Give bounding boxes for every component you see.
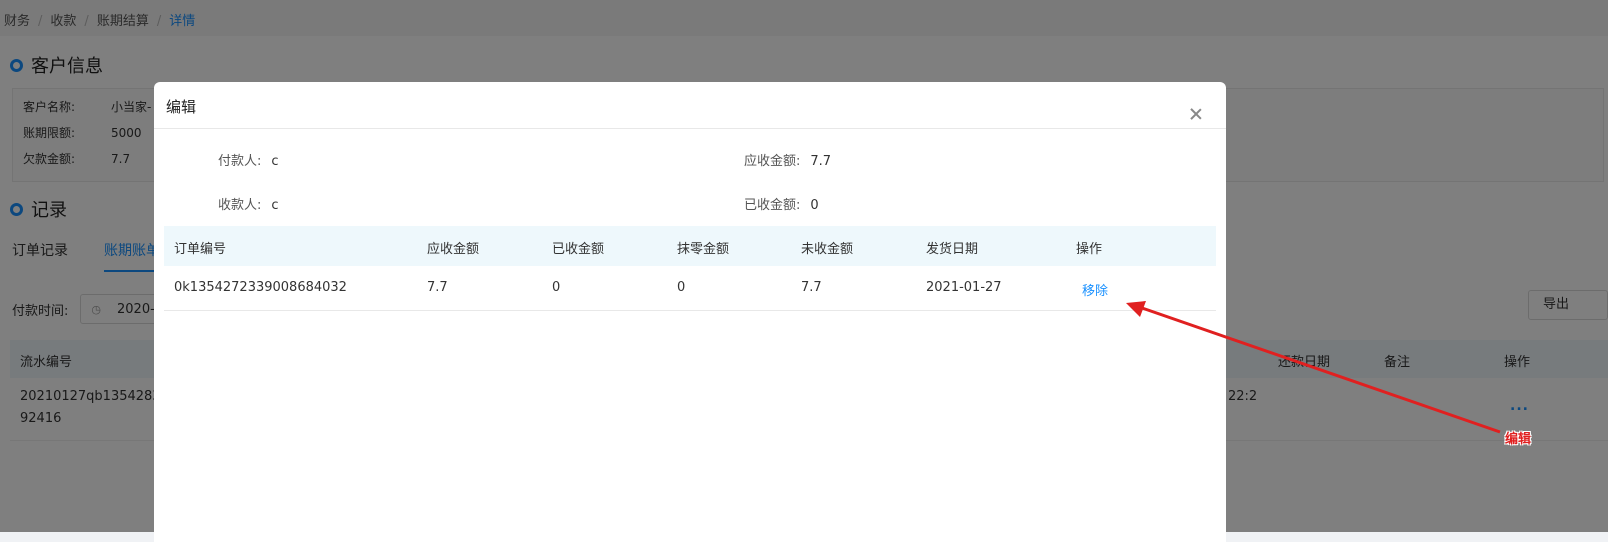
received-value: 0 xyxy=(810,198,819,213)
rounding-cell: 0 xyxy=(677,280,686,295)
column-action: 操作 xyxy=(1076,242,1103,257)
payer-value: c xyxy=(271,154,279,169)
column-order-no: 订单编号 xyxy=(174,242,227,257)
order-no-cell: 0k1354272339008684032 xyxy=(174,280,347,295)
payer-field: 付款人: c xyxy=(218,150,279,169)
receivable-field: 应收金额: 7.7 xyxy=(744,150,831,169)
column-receivable: 应收金额 xyxy=(427,242,480,257)
receivable-value: 7.7 xyxy=(810,154,832,169)
receivable-label: 应收金额: xyxy=(744,154,801,169)
remove-link[interactable]: 移除 xyxy=(1082,280,1108,299)
table-row: 0k1354272339008684032 7.7 0 0 7.7 2021-0… xyxy=(164,266,1216,311)
annotation-label: 编辑 xyxy=(1505,432,1532,447)
column-rounding: 抹零金额 xyxy=(677,242,730,257)
ship-date-cell: 2021-01-27 xyxy=(926,280,1002,295)
payee-field: 收款人: c xyxy=(218,194,279,213)
column-received: 已收金额 xyxy=(552,242,605,257)
unreceived-cell: 7.7 xyxy=(801,280,822,295)
order-table-header: 订单编号 应收金额 已收金额 抹零金额 未收金额 发货日期 操作 xyxy=(164,226,1216,266)
column-unreceived: 未收金额 xyxy=(801,242,854,257)
payee-value: c xyxy=(271,198,279,213)
modal-title: 编辑 xyxy=(166,98,197,116)
close-icon[interactable] xyxy=(1188,106,1204,122)
edit-modal: 编辑 付款人: c 应收金额: 7.7 收款人: c 已收金额: 0 订单编号 应收金额… xyxy=(154,82,1226,542)
received-field: 已收金额: 0 xyxy=(744,194,819,213)
received-label: 已收金额: xyxy=(744,198,801,213)
payee-label: 收款人: xyxy=(218,198,262,213)
receivable-cell: 7.7 xyxy=(427,280,448,295)
received-cell: 0 xyxy=(552,280,561,295)
column-ship-date: 发货日期 xyxy=(926,242,979,257)
modal-header: 编辑 xyxy=(154,82,1226,129)
payer-label: 付款人: xyxy=(218,154,262,169)
